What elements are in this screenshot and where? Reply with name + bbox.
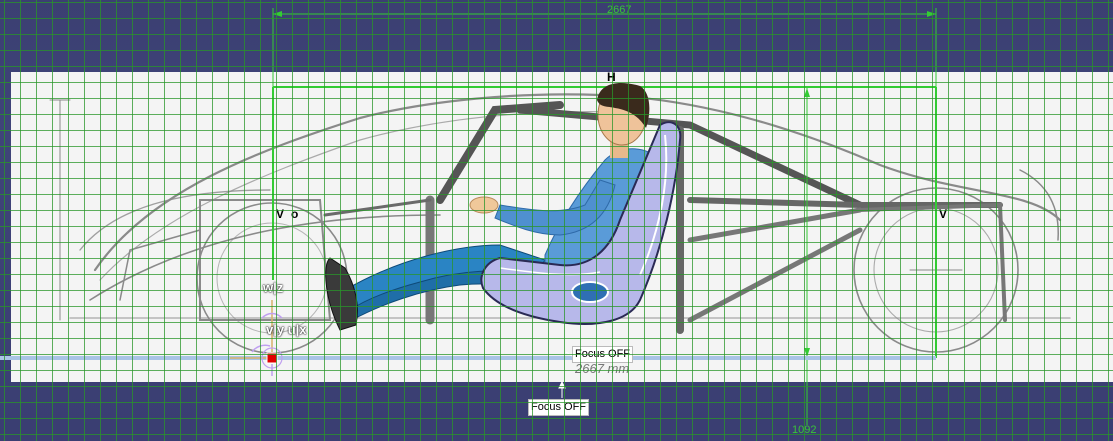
focus-off-indicator-secondary: Focus OFF: [528, 399, 590, 416]
overall-length-dimension[interactable]: 2667: [607, 4, 631, 17]
origin-o-label[interactable]: o: [291, 208, 298, 221]
sketch-length-note: 2667 mm: [575, 361, 630, 376]
v-right-label[interactable]: V: [939, 208, 947, 221]
focus-off-indicator: Focus OFF: [572, 346, 634, 363]
compass-axis-icon[interactable]: [230, 300, 283, 376]
axis-v-y-u-x-label: v|y u|x: [266, 322, 307, 337]
v-left-label[interactable]: V: [276, 208, 284, 221]
h-point-label[interactable]: H: [607, 71, 616, 84]
3d-viewport[interactable]: 2667 1092 2667 mm H V o V w|z v|y u|x Fo…: [0, 0, 1113, 441]
height-dimension[interactable]: 1092: [792, 424, 816, 437]
axis-w-z-label: w|z: [263, 280, 284, 295]
